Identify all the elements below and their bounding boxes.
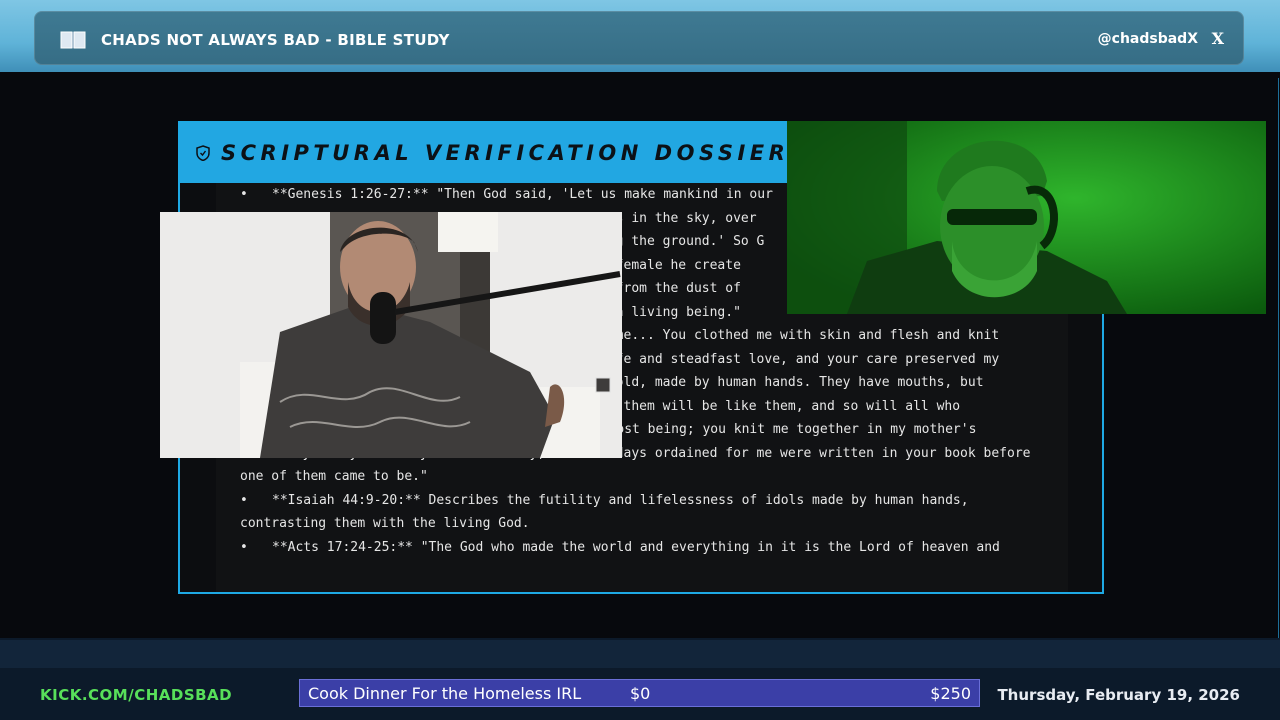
book-icon <box>60 31 86 49</box>
goal-target-amount: $250 <box>930 684 971 703</box>
bullet: • <box>240 187 248 202</box>
x-logo-icon: X <box>1211 29 1224 48</box>
stream-title: CHADS NOT ALWAYS BAD - BIBLE STUDY <box>101 31 450 49</box>
verse-line: • **Acts 17:24-25:** "The God who made th… <box>240 536 1060 560</box>
goal-current-amount: $0 <box>630 684 651 703</box>
shield-icon <box>196 145 210 161</box>
bullet: • <box>240 539 248 555</box>
host-webcam-image <box>787 121 1266 314</box>
verse-line: • **Isaiah 44:9-20:** Describes the futil… <box>240 489 1060 513</box>
social-handle: @chadsbadX <box>1097 31 1198 47</box>
guest-video-feed <box>160 212 622 458</box>
host-webcam-feed <box>787 121 1266 314</box>
donation-goal-bar: Cook Dinner For the Homeless IRL $0 $250 <box>299 679 980 707</box>
bullet: • <box>240 492 248 508</box>
verse-line: one of them came to be." <box>240 469 428 484</box>
verse-line: contrasting them with the living God. <box>240 516 530 531</box>
date-display: Thursday, February 19, 2026 <box>997 686 1240 704</box>
kick-channel-link[interactable]: KICK.COM/CHADSBAD <box>40 686 232 704</box>
goal-label: Cook Dinner For the Homeless IRL <box>308 684 582 703</box>
dossier-title: SCRIPTURAL VERIFICATION DOSSIER <box>221 141 790 165</box>
bottom-strip <box>0 640 1280 668</box>
guest-video-image <box>160 212 622 458</box>
